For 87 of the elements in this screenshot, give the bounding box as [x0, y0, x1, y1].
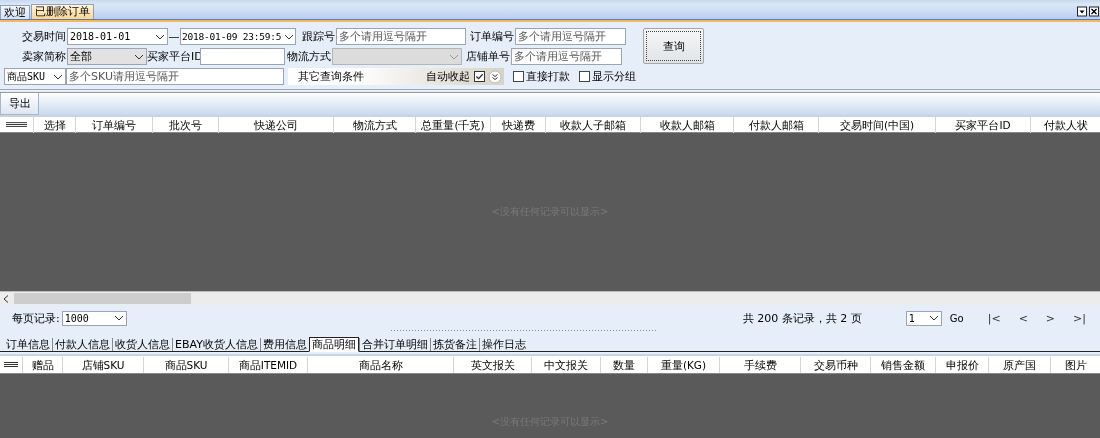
close-icon[interactable]: [1089, 6, 1099, 17]
page-nav-button[interactable]: >|: [1065, 311, 1094, 325]
page-size-dropdown[interactable]: 1000: [61, 310, 127, 326]
column-header[interactable]: 订单编号: [75, 116, 152, 133]
dropdown-icon[interactable]: [1077, 6, 1087, 17]
column-header[interactable]: 申报价: [935, 356, 988, 373]
chevron-icon: [284, 33, 294, 40]
chevron-icon: [449, 53, 459, 60]
column-header[interactable]: 付款人状: [1030, 116, 1100, 133]
column-header[interactable]: 交易币种: [800, 356, 870, 373]
column-header[interactable]: 收款人邮箱: [640, 116, 733, 133]
chevron-icon: [113, 315, 124, 321]
page-nav-button[interactable]: >: [1037, 311, 1064, 325]
expand-icon[interactable]: [488, 69, 502, 84]
range-separator: —: [168, 30, 180, 43]
column-header[interactable]: 商品SKU: [143, 356, 228, 373]
column-header[interactable]: 中文报关: [531, 356, 600, 373]
field-label: 店铺单号: [465, 49, 511, 64]
column-header[interactable]: 交易时间(中国): [818, 116, 935, 133]
column-header[interactable]: 销售金额: [870, 356, 935, 373]
field-label: 交易时间: [21, 29, 67, 44]
date-dropdown[interactable]: 2018-01-09 23:59:5: [180, 28, 296, 45]
tab[interactable]: 收货人信息: [112, 338, 172, 351]
field-label: 订单编号: [469, 29, 515, 44]
tab[interactable]: 已删除订单: [31, 4, 94, 19]
column-header[interactable]: 店铺SKU: [62, 356, 143, 373]
column-header[interactable]: 原产国: [988, 356, 1050, 373]
input-field[interactable]: 多个请用逗号隔开: [515, 28, 626, 45]
tab[interactable]: 合并订单明细: [358, 338, 430, 351]
field-label: 卖家简称: [21, 49, 67, 64]
page-nav-button[interactable]: |<: [979, 311, 1009, 325]
export-button[interactable]: 导出: [0, 93, 39, 115]
checkbox[interactable]: [474, 71, 485, 82]
column-header[interactable]: 批次号: [152, 116, 218, 133]
input-field[interactable]: [200, 48, 285, 65]
checkbox-label: 自动收起: [426, 69, 470, 84]
column-header[interactable]: 数量: [600, 356, 647, 373]
chevron-icon: [53, 73, 63, 80]
tab[interactable]: EBAY收货人信息: [172, 338, 260, 351]
page-size-label: 每页记录:: [12, 310, 60, 326]
input-field[interactable]: 多个请用逗号隔开: [336, 28, 466, 45]
column-header[interactable]: 收款人子邮箱: [545, 116, 640, 133]
column-header[interactable]: 手续费: [719, 356, 800, 373]
checkbox[interactable]: [579, 71, 590, 82]
date-dropdown[interactable]: 2018-01-01: [67, 28, 168, 45]
more-conditions-bar[interactable]: 其它查询条件 自动收起: [288, 68, 504, 85]
column-header[interactable]: 快递费: [490, 116, 545, 133]
checkbox-label: 显示分组: [592, 69, 636, 84]
checkbox[interactable]: [513, 71, 524, 82]
tab[interactable]: 商品明细: [308, 337, 359, 352]
page-dropdown[interactable]: 1: [905, 310, 942, 326]
field-label: 跟踪号: [301, 29, 336, 44]
column-header[interactable]: 英文报关: [453, 356, 531, 373]
go-button[interactable]: Go: [943, 312, 978, 324]
column-header[interactable]: 快递公司: [218, 116, 333, 133]
column-header[interactable]: 总重量(千克): [415, 116, 490, 133]
field-label: 物流方式: [286, 49, 332, 64]
column-header[interactable]: 商品名称: [307, 356, 453, 373]
record-summary: 共 200 条记录，共 2 页: [742, 310, 862, 326]
more-conditions-label: 其它查询条件: [298, 69, 364, 84]
column-header[interactable]: 赠品: [22, 356, 62, 373]
tab[interactable]: 欢迎: [0, 5, 30, 19]
column-header[interactable]: 买家平台ID: [935, 116, 1030, 133]
seller-dropdown[interactable]: 全部: [67, 48, 147, 65]
column-header[interactable]: 物流方式: [333, 116, 415, 133]
input-field[interactable]: 多个SKU请用逗号隔开: [66, 68, 284, 85]
scroll-left-icon[interactable]: [3, 294, 9, 303]
field-dropdown[interactable]: 商品SKU: [4, 68, 66, 85]
chevron-icon: [155, 33, 165, 40]
tab[interactable]: 操作日志: [478, 338, 528, 351]
column-header[interactable]: 图片: [1050, 356, 1100, 373]
tab[interactable]: 费用信息: [259, 338, 309, 351]
horizontal-scrollbar[interactable]: [0, 291, 1100, 305]
column-header[interactable]: 付款人邮箱: [733, 116, 818, 133]
input-field[interactable]: 多个请用逗号隔开: [511, 48, 622, 65]
chevron-icon: [134, 53, 144, 60]
checkbox-label: 直接打款: [526, 69, 570, 84]
tab[interactable]: 订单信息: [4, 338, 52, 351]
tab[interactable]: 拣货备注: [429, 338, 479, 351]
tab[interactable]: 付款人信息: [52, 338, 112, 351]
page-nav-button[interactable]: <: [1010, 311, 1036, 325]
query-button[interactable]: 查询: [643, 28, 704, 64]
column-header[interactable]: 重量(KG): [647, 356, 719, 373]
chevron-icon: [928, 315, 939, 321]
splitter-handle[interactable]: [390, 329, 656, 332]
column-header[interactable]: 商品ITEMID: [228, 356, 307, 373]
column-header[interactable]: 选择: [33, 116, 75, 133]
